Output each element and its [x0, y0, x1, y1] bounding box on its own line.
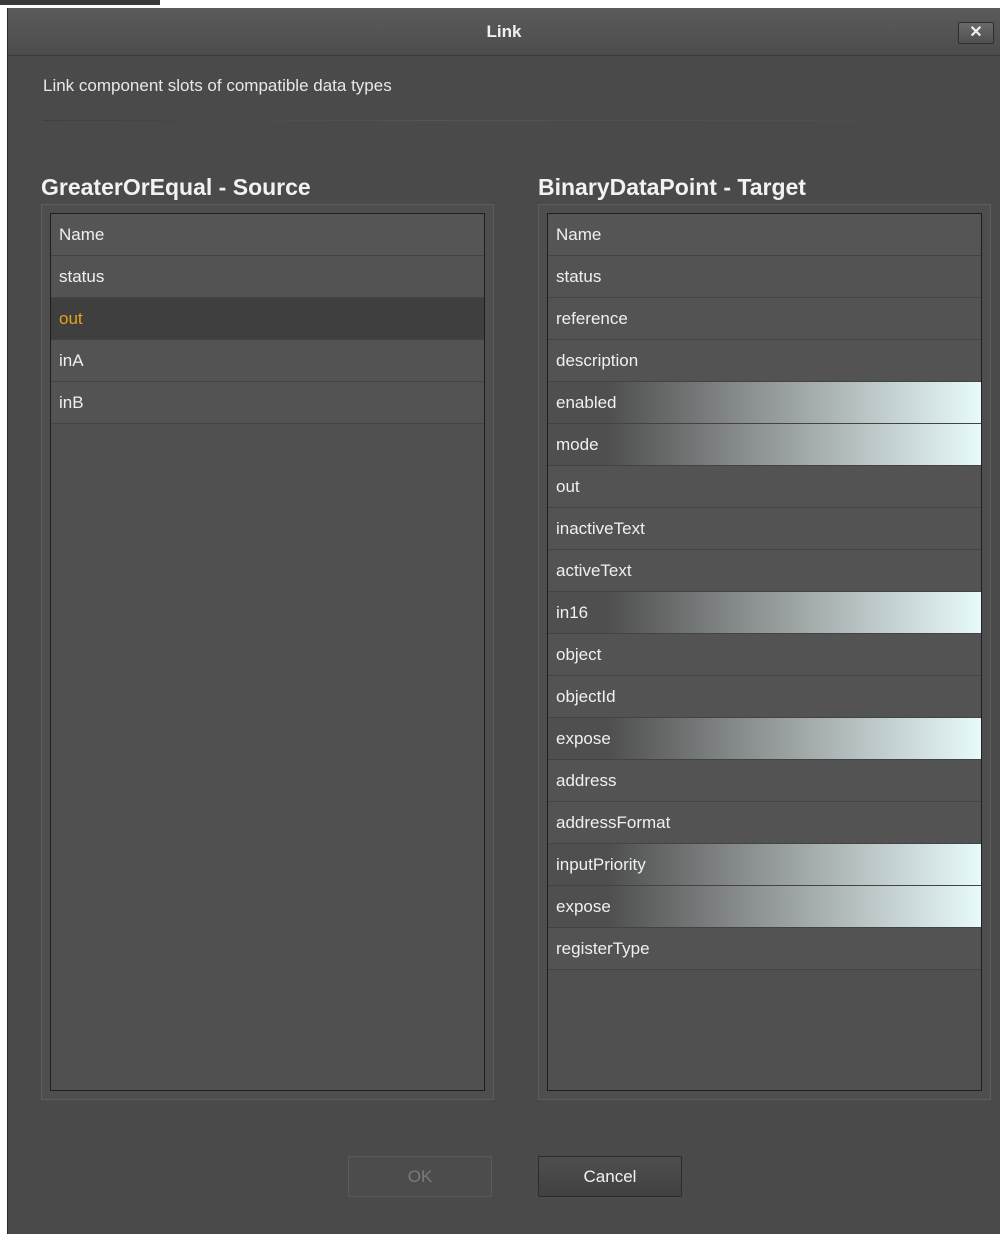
source-heading: GreaterOrEqual - Source: [41, 174, 311, 200]
source-slot-row[interactable]: out: [51, 298, 484, 340]
target-slot-row[interactable]: inactiveText: [548, 508, 981, 550]
target-slot-row[interactable]: expose: [548, 886, 981, 928]
target-slot-row[interactable]: enabled: [548, 382, 981, 424]
target-slot-list[interactable]: Name status reference description enabled mo…: [547, 213, 982, 1091]
background-window-strip: [0, 0, 1000, 8]
header-divider: [43, 120, 993, 121]
source-panel: Name status out inA inB: [41, 204, 494, 1100]
source-slot-list[interactable]: Name status out inA inB: [50, 213, 485, 1091]
background-window-edge: [0, 0, 160, 5]
target-slot-row[interactable]: description: [548, 340, 981, 382]
target-slot-row[interactable]: expose: [548, 718, 981, 760]
dialog-title: Link: [486, 22, 522, 41]
target-heading: BinaryDataPoint - Target: [538, 174, 806, 200]
target-column-header[interactable]: Name: [548, 214, 981, 256]
target-slot-row[interactable]: object: [548, 634, 981, 676]
target-slot-row[interactable]: activeText: [548, 550, 981, 592]
dialog-titlebar[interactable]: Link ✕: [8, 8, 1000, 56]
source-slot-row[interactable]: inA: [51, 340, 484, 382]
target-slot-row[interactable]: status: [548, 256, 981, 298]
close-icon: ✕: [969, 24, 983, 41]
target-slot-row[interactable]: inputPriority: [548, 844, 981, 886]
source-slot-row[interactable]: status: [51, 256, 484, 298]
link-dialog: Link ✕ Link component slots of compatibl…: [7, 8, 1000, 1234]
target-slot-row[interactable]: addressFormat: [548, 802, 981, 844]
close-button[interactable]: ✕: [958, 22, 994, 44]
target-panel: Name status reference description enabled mo…: [538, 204, 991, 1100]
ok-button[interactable]: OK: [348, 1156, 492, 1197]
target-slot-row[interactable]: reference: [548, 298, 981, 340]
target-slot-row[interactable]: in16: [548, 592, 981, 634]
dialog-description: Link component slots of compatible data …: [43, 76, 392, 95]
target-slot-row[interactable]: registerType: [548, 928, 981, 970]
source-column-header[interactable]: Name: [51, 214, 484, 256]
target-slot-row[interactable]: address: [548, 760, 981, 802]
target-slot-row[interactable]: objectId: [548, 676, 981, 718]
target-slot-row[interactable]: mode: [548, 424, 981, 466]
target-slot-row[interactable]: out: [548, 466, 981, 508]
cancel-button[interactable]: Cancel: [538, 1156, 682, 1197]
source-slot-row[interactable]: inB: [51, 382, 484, 424]
